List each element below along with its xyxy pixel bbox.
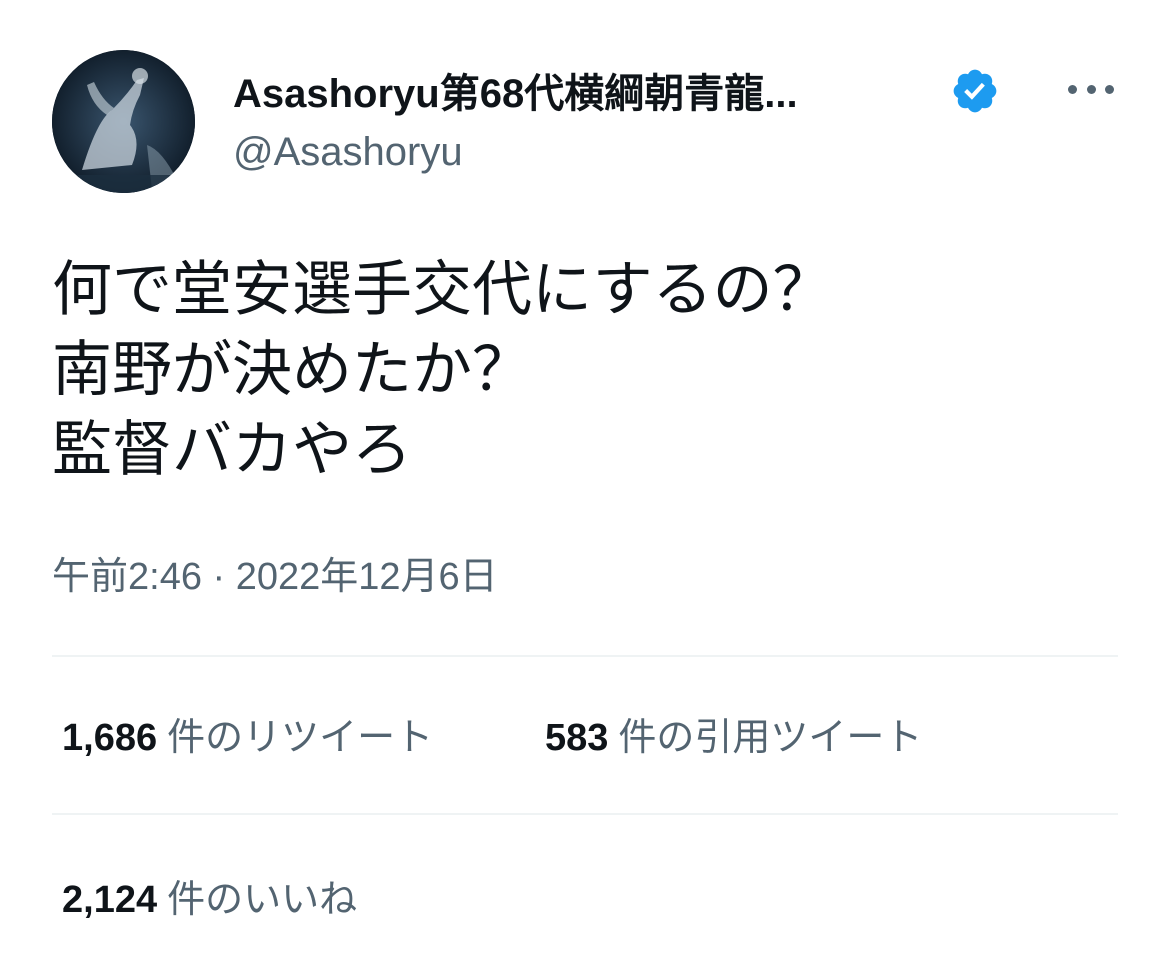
- divider: [52, 813, 1118, 815]
- tweet-line: 南野が決めたか？: [52, 336, 532, 403]
- more-dot: [1068, 84, 1077, 94]
- quotes-label: 件の引用ツイート: [618, 717, 923, 759]
- avatar[interactable]: [52, 50, 195, 193]
- retweets-count: 1,686: [62, 717, 158, 759]
- more-dot: [1105, 84, 1114, 94]
- tweet-text: 何で堂安選手交代にするの？ 南野が決めたか？ 監督バカやろ: [52, 250, 1132, 490]
- verified-badge-icon: [953, 69, 997, 113]
- tweet-timestamp[interactable]: 午前2:46 · 2022年12月6日: [52, 553, 498, 601]
- divider: [52, 655, 1118, 657]
- user-handle[interactable]: @Asashoryu: [233, 128, 463, 176]
- avatar-photo: [52, 50, 195, 193]
- likes-count: 2,124: [62, 879, 158, 921]
- retweets-stat[interactable]: 1,686 件のリツイート: [62, 714, 433, 762]
- more-options-icon[interactable]: [1068, 76, 1114, 102]
- quotes-count: 583: [545, 717, 609, 759]
- likes-label: 件のいいね: [167, 879, 358, 921]
- quotes-stat[interactable]: 583 件の引用ツイート: [545, 714, 922, 762]
- display-name[interactable]: Asashoryu第68代横綱朝青龍...: [233, 70, 798, 118]
- more-dot: [1086, 84, 1096, 94]
- tweet-line: 監督バカやろ: [52, 416, 412, 483]
- likes-stat[interactable]: 2,124 件のいいね: [62, 876, 357, 924]
- retweets-label: 件のリツイート: [167, 717, 434, 759]
- tweet-line: 何で堂安選手交代にするの？: [52, 256, 833, 323]
